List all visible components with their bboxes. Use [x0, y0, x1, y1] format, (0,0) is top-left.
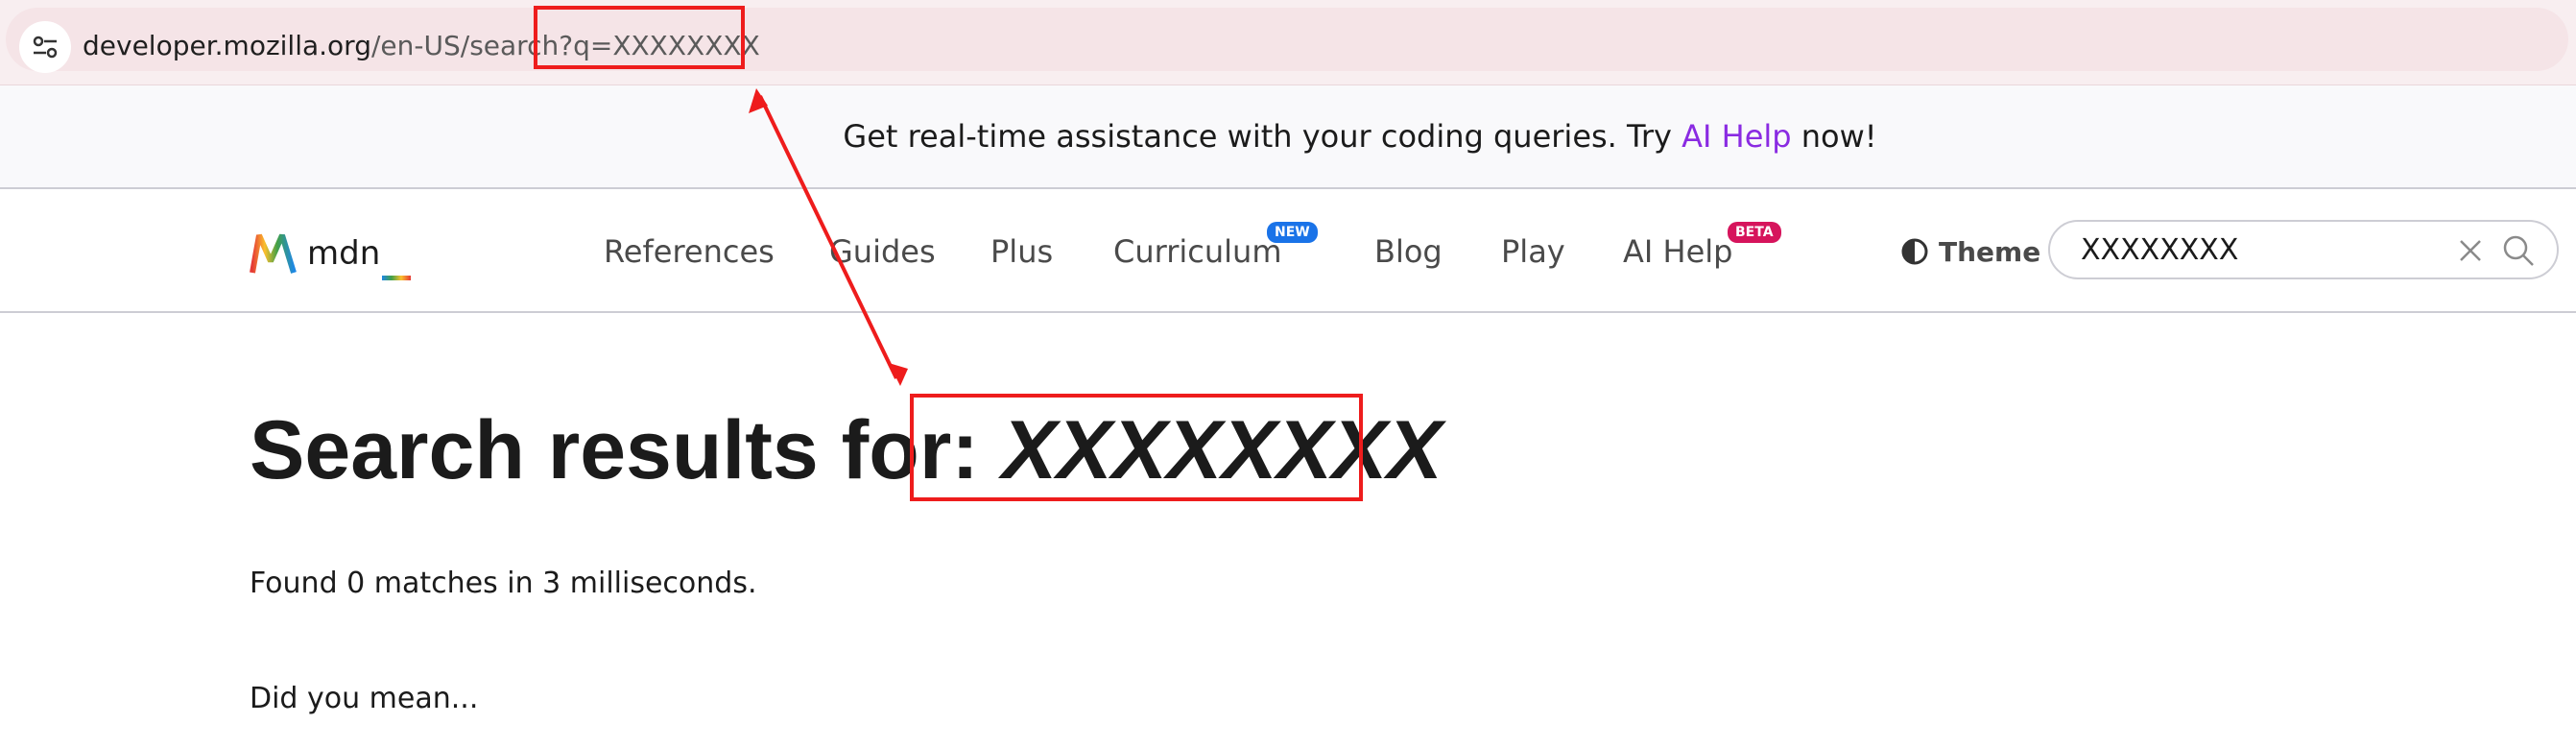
- mdn-logo[interactable]: mdn: [250, 229, 411, 280]
- clear-search-icon[interactable]: [2455, 235, 2486, 266]
- logo-wordmark: mdn: [307, 234, 381, 273]
- search-input[interactable]: [2081, 229, 2445, 270]
- site-header: mdn References Guides Plus Curriculum NE…: [0, 189, 2576, 313]
- nav-guides[interactable]: Guides: [829, 228, 936, 276]
- nav-plus[interactable]: Plus: [990, 228, 1053, 276]
- url-path: /en-US/search: [370, 30, 560, 61]
- nav-play[interactable]: Play: [1501, 228, 1565, 276]
- nav-curriculum[interactable]: Curriculum: [1113, 228, 1281, 276]
- logo-cursor: [382, 276, 411, 280]
- nav-ai-help[interactable]: AI Help: [1623, 228, 1732, 276]
- badge-new: NEW: [1267, 222, 1318, 243]
- site-info-icon[interactable]: [19, 21, 71, 73]
- theme-icon: [1901, 238, 1928, 265]
- url-host: developer.mozilla.org: [83, 30, 371, 61]
- browser-address-bar: developer.mozilla.org/en-US/search?q=XXX…: [0, 0, 2576, 85]
- banner-text: Get real-time assistance with your codin…: [843, 118, 1672, 155]
- banner-tail: now!: [1801, 118, 1877, 155]
- ai-help-banner: Get real-time assistance with your codin…: [0, 85, 2576, 189]
- search-icon[interactable]: [2501, 233, 2536, 268]
- theme-switcher[interactable]: Theme: [1900, 228, 2040, 276]
- did-you-mean: Did you mean...: [250, 682, 479, 715]
- ai-help-link[interactable]: AI Help: [1682, 118, 1791, 155]
- url-field[interactable]: developer.mozilla.org/en-US/search?q=XXX…: [6, 8, 2568, 73]
- url-query-highlight: [534, 6, 745, 69]
- badge-beta: BETA: [1728, 222, 1781, 243]
- theme-label: Theme: [1939, 235, 2041, 268]
- results-count: Found 0 matches in 3 milliseconds.: [250, 567, 757, 600]
- nav-blog[interactable]: Blog: [1374, 228, 1443, 276]
- search-box: [2048, 220, 2559, 279]
- mdn-logo-icon: [250, 233, 297, 274]
- nav-references[interactable]: References: [604, 228, 775, 276]
- title-query-highlight: [910, 394, 1363, 501]
- title-prefix: Search results for:: [250, 404, 979, 496]
